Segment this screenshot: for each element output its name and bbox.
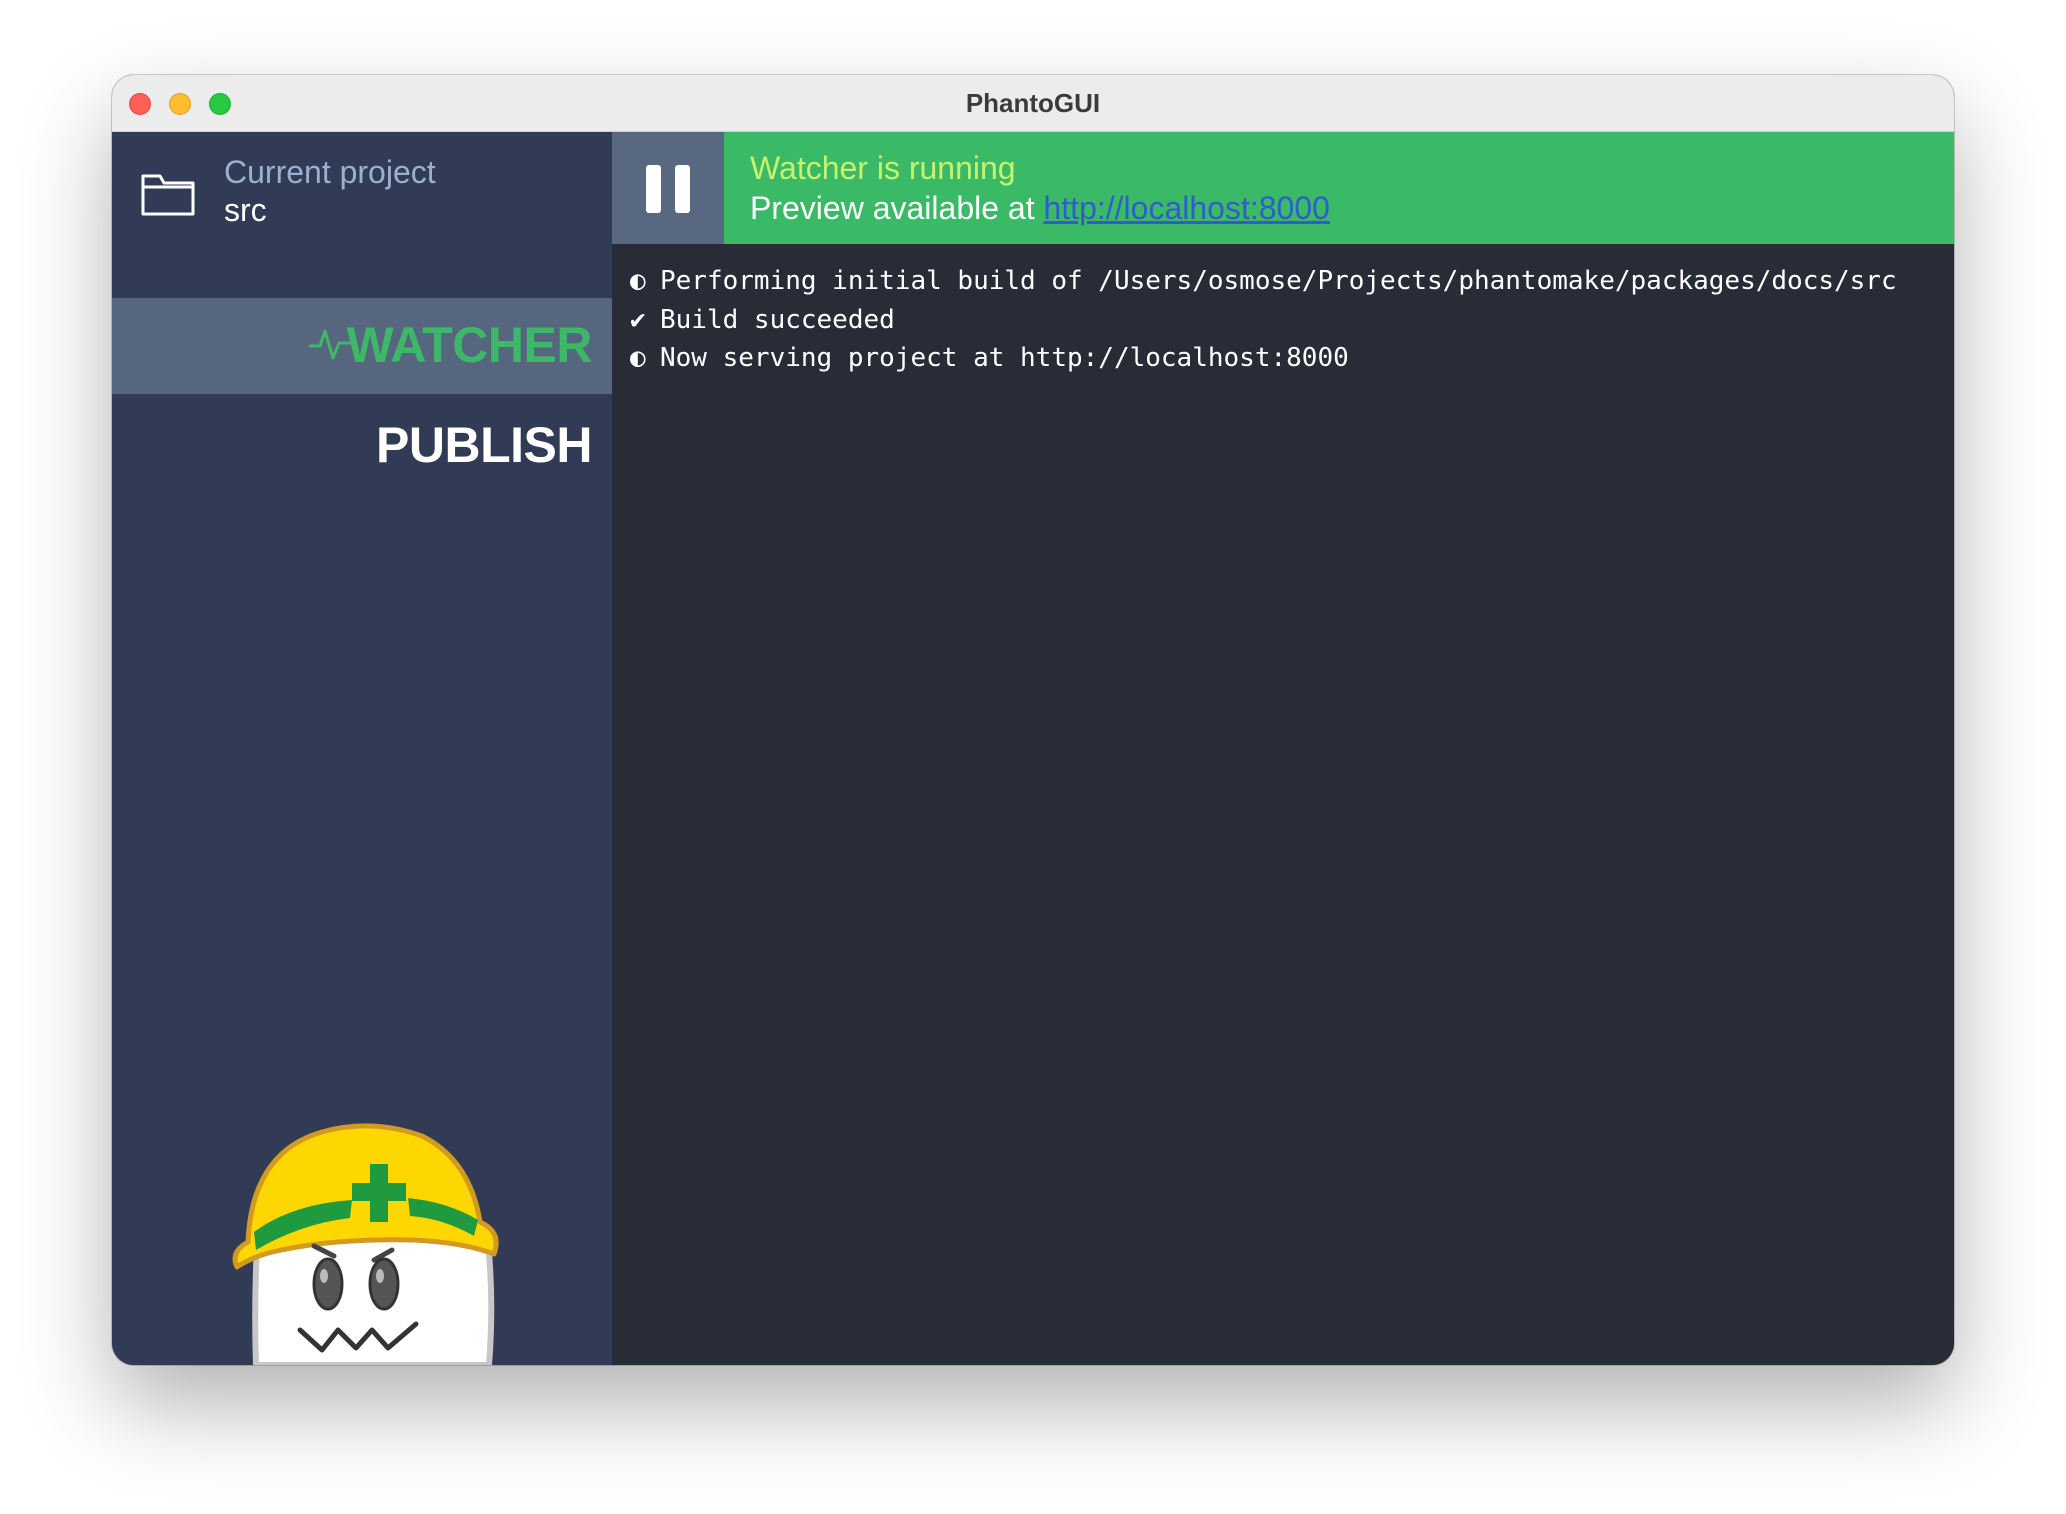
log-line: ◐ Performing initial build of /Users/osmo… — [630, 266, 1897, 305]
preview-prefix: Preview available at — [750, 190, 1044, 226]
log-line-text: Build succeeded — [660, 304, 895, 335]
watcher-status-text: Watcher is running — [750, 150, 1016, 186]
preview-link[interactable]: http://localhost:8000 — [1043, 190, 1329, 226]
app-window: PhantoGUI Current project src WATCHER PU… — [112, 75, 1954, 1365]
title-bar: PhantoGUI — [112, 75, 1954, 132]
project-selector[interactable]: Current project src — [112, 132, 612, 262]
ghost-hardhat-mascot — [232, 1123, 499, 1365]
pause-watcher-button[interactable] — [612, 132, 724, 244]
nav-item-watcher[interactable]: WATCHER — [112, 298, 612, 394]
sidebar: Current project src WATCHER PUBLISH — [112, 132, 612, 1365]
current-project-label: Current project — [224, 154, 436, 190]
preview-available-text: Preview available at http://localhost:80… — [750, 190, 1330, 227]
half-circle-icon: ◐ — [630, 343, 646, 373]
watcher-status-bar: Watcher is running Preview available at … — [612, 132, 1954, 244]
log-line-text: Now serving project at http://localhost:… — [660, 343, 1349, 373]
log-line-text: Performing initial build of /Users/osmos… — [660, 266, 1897, 296]
window-title: PhantoGUI — [965, 88, 1101, 118]
current-project-name: src — [224, 192, 267, 228]
nav-item-publish[interactable]: PUBLISH — [112, 394, 612, 490]
log-line: ✔ Build succeeded — [630, 305, 1897, 344]
log-line: ◐ Now serving project at http://localhost… — [630, 343, 1897, 382]
half-circle-icon: ◐ — [630, 266, 646, 296]
log-output: ◐ Performing initial build of /Users/osmo… — [630, 266, 1897, 382]
checkmark-icon: ✔ — [630, 304, 646, 335]
main-panel: Watcher is running Preview available at … — [612, 132, 1954, 1365]
folder-icon — [141, 174, 195, 216]
nav-item-watcher-label: WATCHER — [346, 317, 592, 373]
nav-item-publish-label: PUBLISH — [376, 417, 592, 473]
